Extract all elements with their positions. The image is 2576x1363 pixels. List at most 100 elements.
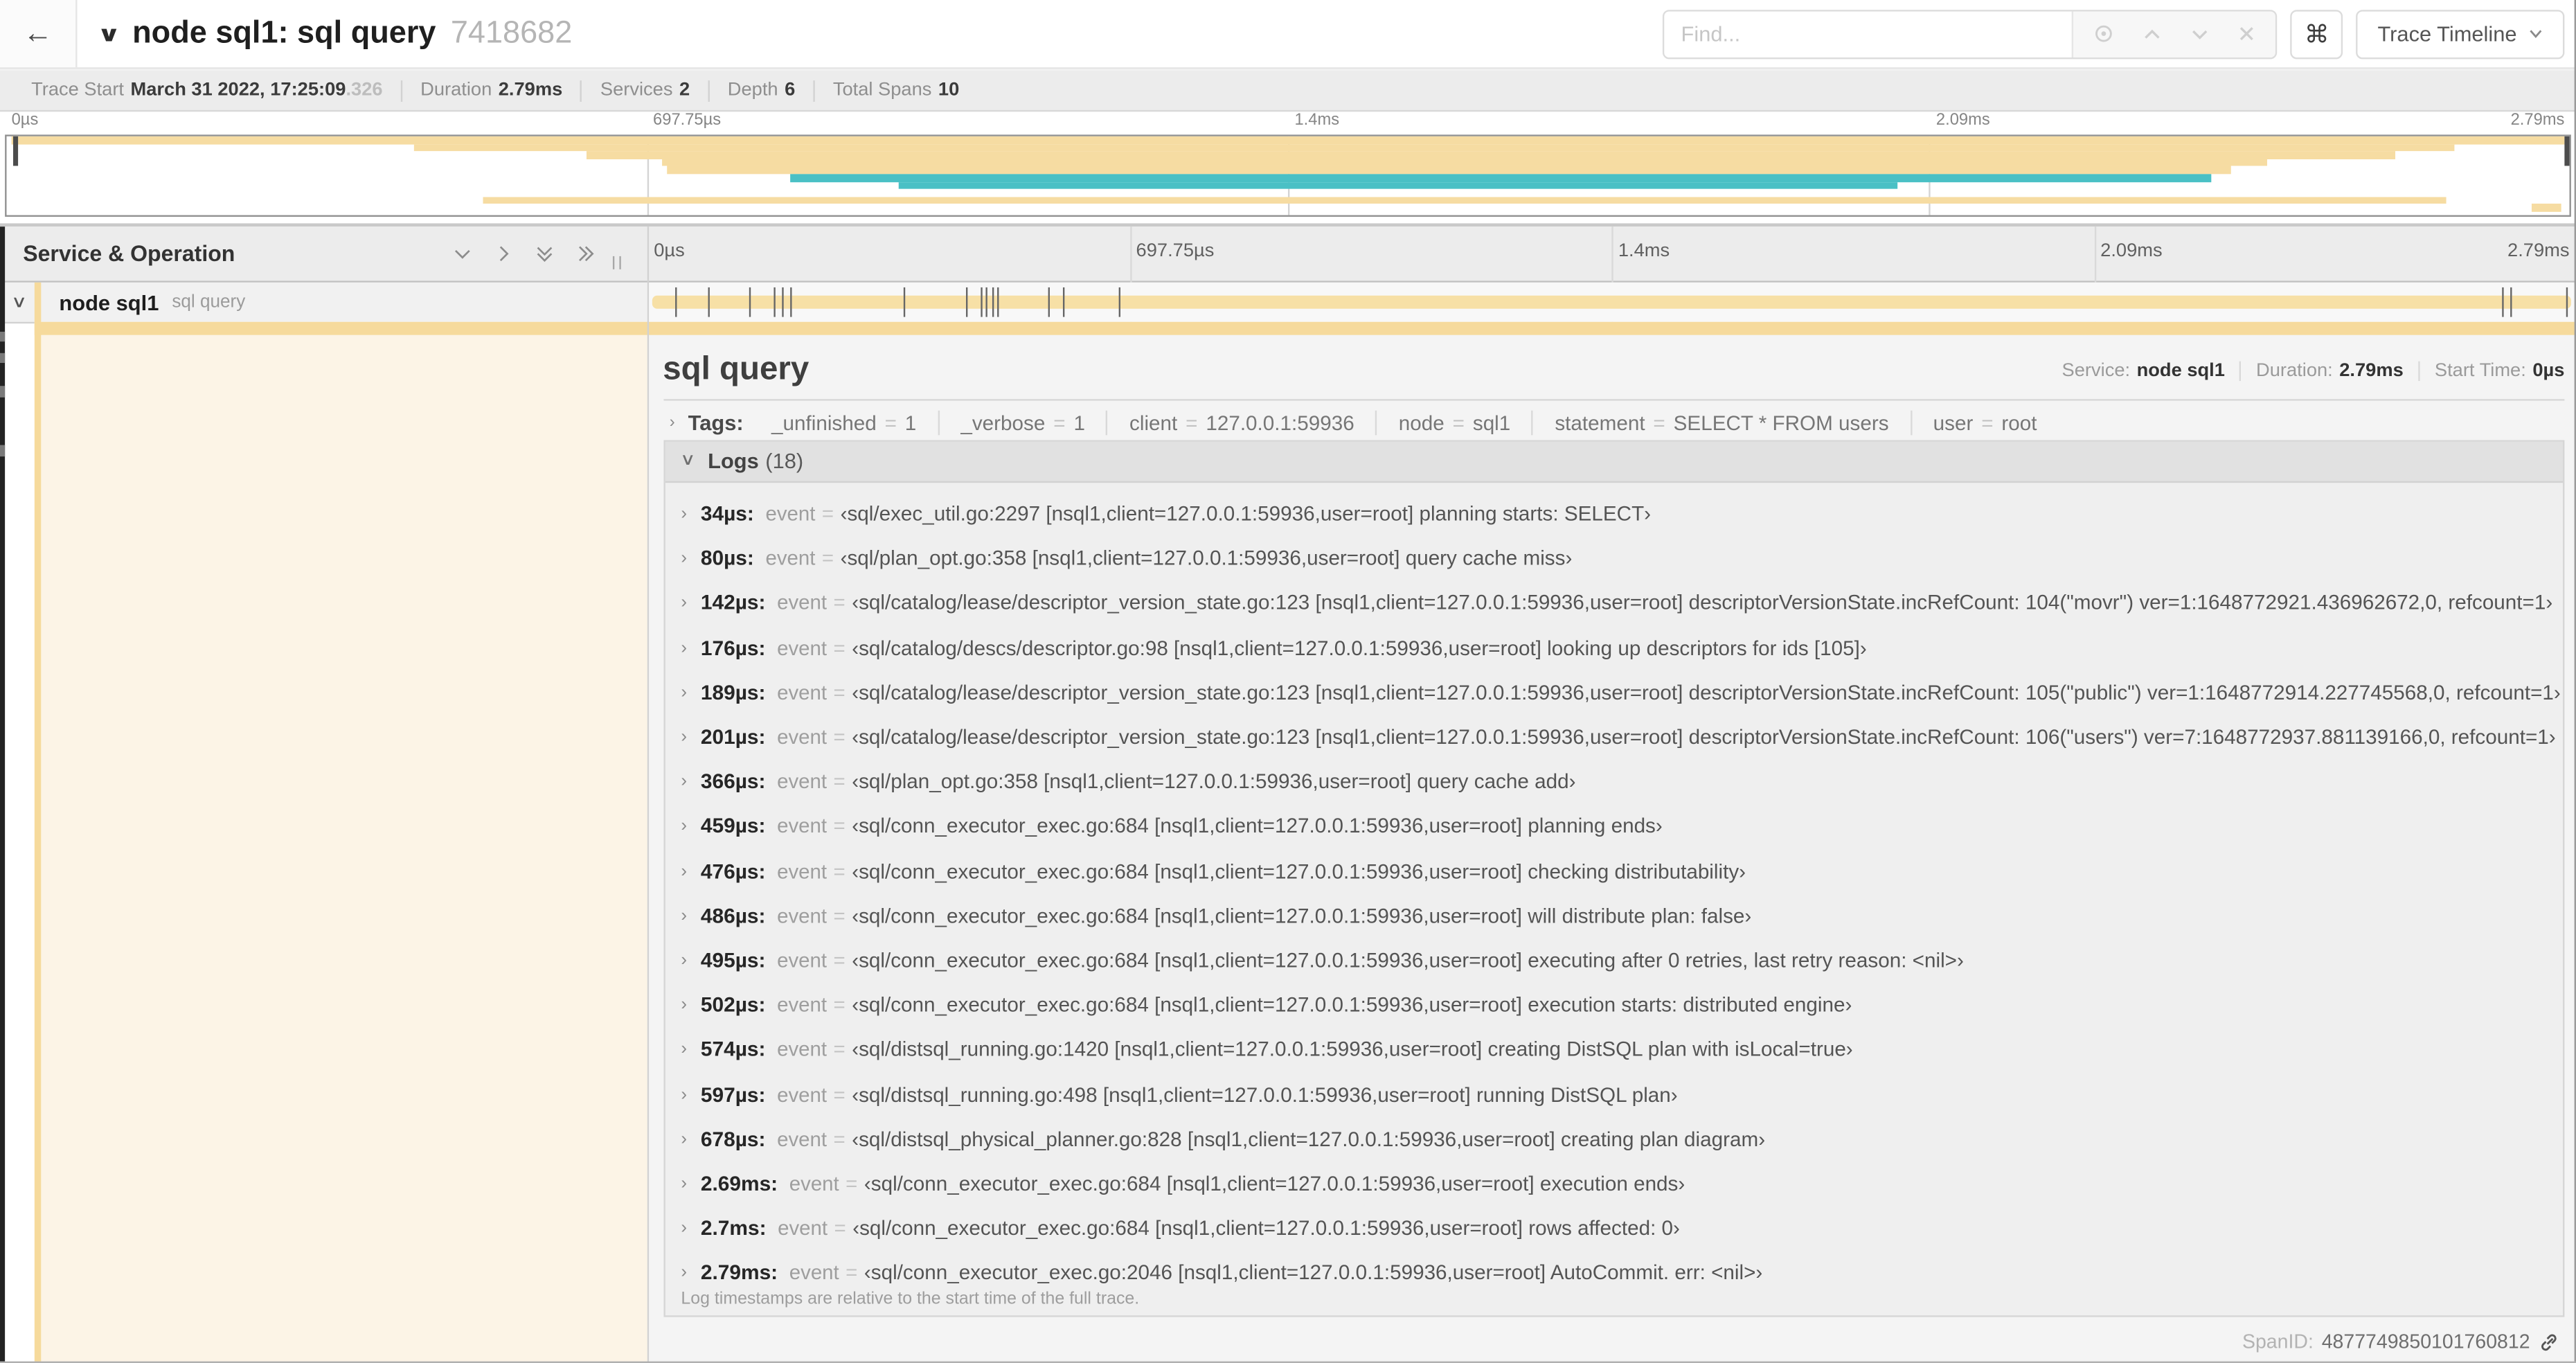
chevron-right-icon: › (681, 1129, 688, 1150)
view-selector-button[interactable]: Trace Timeline (2356, 9, 2565, 59)
chevron-right-icon: › (681, 995, 688, 1015)
log-field-value: ‹sql/conn_executor_exec.go:684 [nsql1,cl… (864, 1172, 1685, 1195)
tag-equals: = (1053, 411, 1066, 435)
trace-summary-bar: Trace Start March 31 2022, 17:25:09.326 Du… (0, 69, 2576, 112)
service-operation-title: Service & Operation (23, 241, 235, 267)
log-entry[interactable]: › 502µs: event = ‹sql/conn_executor_exec.go:… (665, 983, 2563, 1027)
tag-equals: = (1981, 411, 1994, 435)
tag-pair: node = sql1 (1375, 410, 1532, 436)
meta-label: Service: (2061, 360, 2131, 380)
log-field-value: ‹sql/catalog/lease/descriptor_version_st… (852, 591, 2553, 615)
collapse-one-icon[interactable] (451, 243, 472, 265)
log-entry[interactable]: › 459µs: event = ‹sql/conn_executor_exec.go:… (665, 804, 2563, 848)
summary-value: 10 (938, 80, 960, 100)
log-equals: = (834, 1217, 846, 1240)
log-field-key: event (765, 547, 816, 571)
log-entry[interactable]: › 142µs: event = ‹sql/catalog/lease/descript… (665, 581, 2563, 625)
find-prev-icon[interactable] (2143, 24, 2162, 43)
tag-equals: = (884, 411, 897, 435)
minimap-range-handle-right[interactable] (2564, 136, 2570, 166)
span-duration-bar[interactable] (652, 287, 2572, 317)
log-entry[interactable]: › 176µs: event = ‹sql/catalog/descs/descript… (665, 626, 2563, 670)
minimap-canvas[interactable] (5, 134, 2571, 217)
tag-value: root (2001, 411, 2037, 435)
keyboard-shortcuts-button[interactable]: ⌘ (2290, 9, 2343, 59)
summary-value: 2.79ms (498, 80, 563, 100)
logs-count: (18) (765, 448, 804, 473)
log-equals: = (833, 815, 846, 839)
log-marker-tick (790, 287, 792, 317)
chevron-right-icon: › (681, 727, 688, 747)
link-icon[interactable] (2538, 1331, 2559, 1353)
log-field-value: ‹sql/plan_opt.go:358 [nsql1,client=127.0… (840, 547, 1573, 571)
collapse-trace-icon[interactable]: ∨ (97, 21, 121, 47)
chevron-right-icon: › (681, 682, 688, 703)
summary-item: Services 2 (582, 79, 710, 101)
log-entry[interactable]: › 34µs: event = ‹sql/exec_util.go:2297 [nsql… (665, 492, 2563, 536)
meta-label: Duration: (2256, 360, 2333, 380)
list-scroll-indicator[interactable] (0, 226, 4, 1363)
log-entry[interactable]: › 201µs: event = ‹sql/catalog/lease/descript… (665, 715, 2563, 759)
tag-key: _unfinished (771, 411, 877, 435)
log-equals: = (833, 681, 846, 704)
log-field-value: ‹sql/conn_executor_exec.go:684 [nsql1,cl… (852, 949, 1964, 972)
log-entry[interactable]: › 189µs: event = ‹sql/catalog/lease/descript… (665, 670, 2563, 715)
log-field-key: event (789, 1172, 839, 1195)
tags-section[interactable]: › Tags: _unfinished = 1 _verbose = 1 client = 12… (670, 404, 2565, 440)
minimap-span-bar (413, 143, 2454, 152)
log-entry[interactable]: › 2.7ms: event = ‹sql/conn_executor_exec.go:… (665, 1206, 2563, 1251)
log-field-value: ‹sql/distsql_running.go:498 [nsql1,clien… (852, 1083, 1678, 1106)
minimap-range-handle-left[interactable] (12, 136, 19, 166)
log-entry[interactable]: › 574µs: event = ‹sql/distsql_running.go:142… (665, 1028, 2563, 1072)
log-entry[interactable]: › 495µs: event = ‹sql/conn_executor_exec.go:… (665, 938, 2563, 983)
back-button[interactable]: ← (0, 0, 78, 68)
log-entry[interactable]: › 678µs: event = ‹sql/distsql_physical_plann… (665, 1117, 2563, 1161)
tag-key: client (1129, 411, 1178, 435)
chevron-right-icon: › (669, 413, 675, 432)
chevron-right-icon: › (681, 861, 688, 882)
top-bar: ← ∨ node sql1: sql query 7418682 ⌘ Trace… (0, 0, 2576, 69)
log-equals: = (833, 1083, 846, 1106)
column-resizer-grip[interactable] (611, 255, 621, 269)
log-entry[interactable]: › 366µs: event = ‹sql/plan_opt.go:358 [nsql1… (665, 760, 2563, 804)
minimap-span-bar (898, 181, 1898, 190)
span-row-name-cell[interactable]: ∨ node sql1 sql query (0, 282, 647, 322)
log-field-key: event (777, 1083, 828, 1106)
tag-pair: _unfinished = 1 (750, 411, 938, 436)
meta-value: 0µs (2532, 360, 2565, 380)
log-field-value: ‹sql/catalog/descs/descriptor.go:98 [nsq… (852, 636, 1867, 660)
log-field-value: ‹sql/conn_executor_exec.go:684 [nsql1,cl… (852, 1217, 1680, 1240)
minimap-span-bar (483, 197, 2447, 204)
log-entry[interactable]: › 597µs: event = ‹sql/distsql_running.go:498… (665, 1072, 2563, 1116)
log-entry[interactable]: › 486µs: event = ‹sql/conn_executor_exec.go:… (665, 893, 2563, 938)
log-timestamp: 678µs: (700, 1128, 766, 1151)
span-row[interactable]: ∨ node sql1 sql query (0, 282, 2576, 322)
expand-all-icon[interactable] (574, 243, 596, 265)
find-clear-icon[interactable] (2238, 25, 2256, 43)
span-collapse-icon[interactable]: ∨ (11, 293, 27, 311)
minimap-span-bar (662, 159, 2267, 167)
log-marker-tick (749, 287, 752, 317)
focus-target-icon[interactable] (2093, 23, 2115, 44)
span-id-label: SpanID: (2242, 1330, 2314, 1353)
find-next-icon[interactable] (2190, 24, 2210, 43)
log-timestamp: 486µs: (700, 904, 766, 928)
log-entry[interactable]: › 476µs: event = ‹sql/conn_executor_exec.go:… (665, 849, 2563, 893)
log-equals: = (833, 904, 846, 928)
expand-one-icon[interactable] (492, 243, 514, 265)
log-entry[interactable]: › 2.69ms: event = ‹sql/conn_executor_exec.go… (665, 1161, 2563, 1206)
ruler-tick-label: 2.09ms (1935, 112, 1990, 130)
span-bar-cell[interactable] (647, 282, 2576, 322)
log-field-value: ‹sql/exec_util.go:2297 [nsql1,client=127… (840, 502, 1652, 526)
collapse-all-icon[interactable] (533, 243, 555, 265)
service-operation-header: Service & Operation (0, 226, 647, 280)
tag-pair: _verbose = 1 (938, 410, 1107, 436)
minimap-tick-labels: 0µs 697.75µs 1.4ms 2.09ms 2.79ms (5, 112, 2571, 133)
log-timestamp: 201µs: (700, 726, 766, 749)
log-entry[interactable]: › 80µs: event = ‹sql/plan_opt.go:358 [nsql1,… (665, 537, 2563, 581)
column-divider[interactable] (646, 226, 648, 1363)
logs-header[interactable]: ∨ Logs (18) (664, 440, 2564, 482)
log-timestamp: 597µs: (700, 1083, 766, 1106)
log-equals: = (833, 993, 846, 1017)
find-input[interactable] (1664, 10, 2073, 57)
